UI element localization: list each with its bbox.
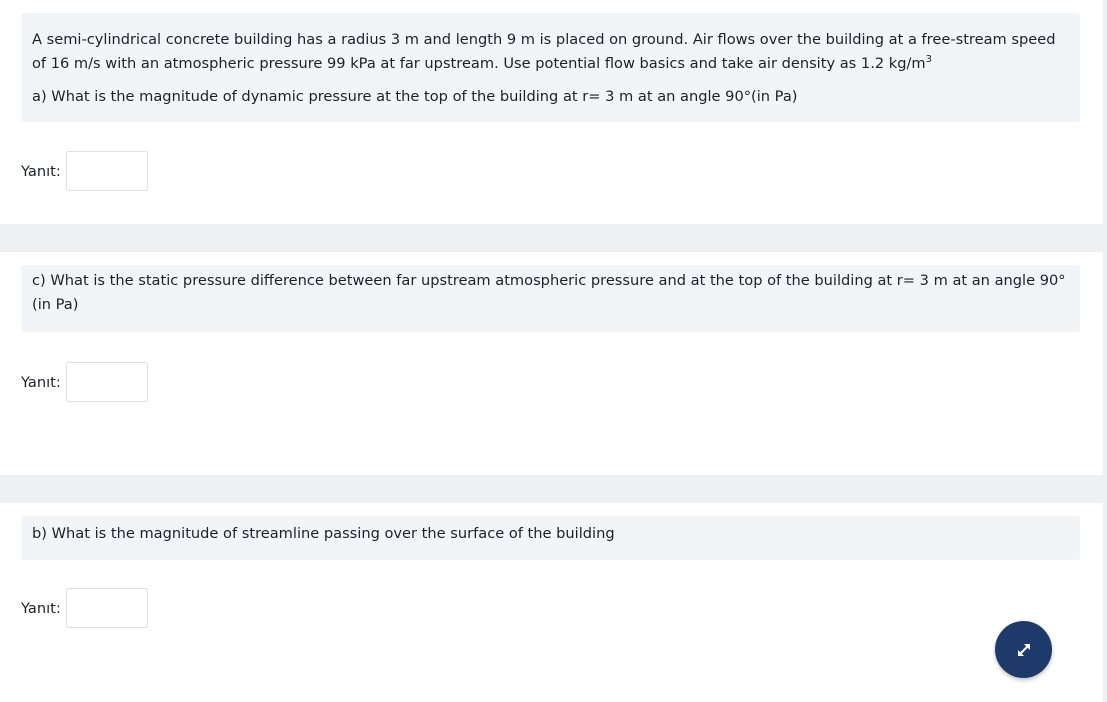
- question-a-intro: A semi-cylindrical concrete building has…: [32, 28, 1069, 76]
- question-a-intro-text: A semi-cylindrical concrete building has…: [32, 31, 1056, 72]
- question-c-answer-input[interactable]: [65, 362, 148, 402]
- question-c-text-box: c) What is the static pressure differenc…: [21, 265, 1080, 332]
- question-a-answer-input[interactable]: [65, 151, 148, 191]
- page-right-edge: [1103, 0, 1107, 702]
- question-c-prompt: c) What is the static pressure differenc…: [32, 272, 1066, 313]
- expand-button[interactable]: [995, 621, 1052, 678]
- question-b-answer-input[interactable]: [65, 588, 148, 628]
- question-c-answer-label: Yanıt:: [21, 373, 61, 391]
- question-b-prompt: b) What is the magnitude of streamline p…: [32, 525, 615, 542]
- question-a-answer-label: Yanıt:: [21, 162, 61, 180]
- question-b-answer-label: Yanıt:: [21, 599, 61, 617]
- question-a-intro-superscript: 3: [925, 54, 932, 66]
- question-a-prompt: a) What is the magnitude of dynamic pres…: [32, 88, 798, 105]
- question-separator-2: [0, 475, 1103, 503]
- question-b-answer-row: Yanıt:: [21, 588, 148, 628]
- question-c-answer-row: Yanıt:: [21, 362, 148, 402]
- expand-arrows-icon: [1017, 643, 1030, 656]
- quiz-page: A semi-cylindrical concrete building has…: [0, 0, 1107, 702]
- question-a-text-box: A semi-cylindrical concrete building has…: [21, 13, 1080, 122]
- question-b-text-box: b) What is the magnitude of streamline p…: [21, 516, 1080, 560]
- question-a-answer-row: Yanıt:: [21, 151, 148, 191]
- question-separator-1: [0, 224, 1103, 252]
